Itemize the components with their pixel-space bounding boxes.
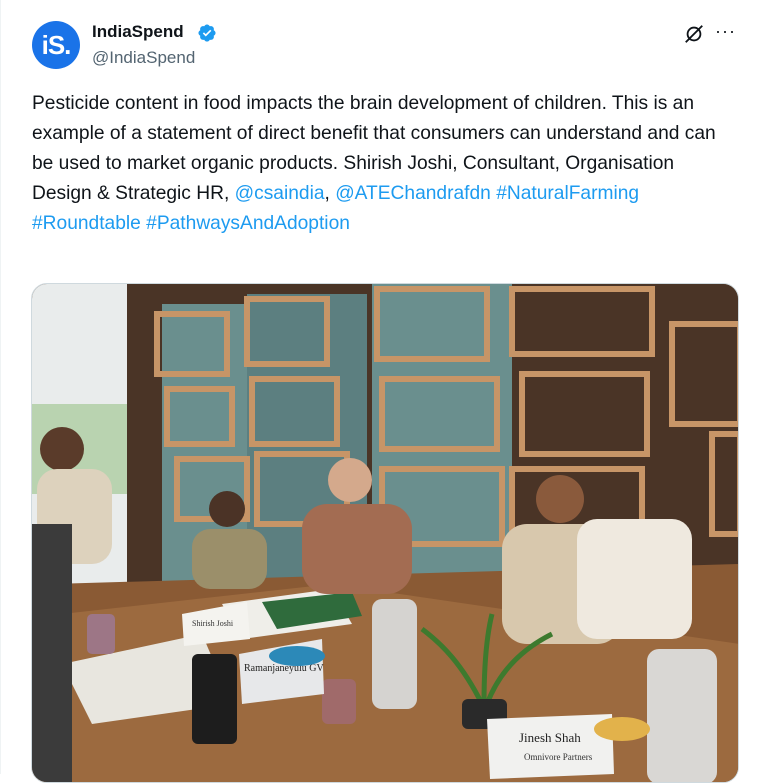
mention-link[interactable]: @csaindia bbox=[235, 183, 325, 204]
hashtag-link[interactable]: #NaturalFarming bbox=[496, 183, 639, 204]
name-card-jinesh-org: Omnivore Partners bbox=[524, 752, 593, 762]
roundtable-photo: Shirish Joshi Ramanjaneyulu GV Jinesh Sh… bbox=[32, 284, 738, 782]
avatar-text: iS. bbox=[41, 29, 72, 60]
name-card-shirish: Shirish Joshi bbox=[192, 619, 234, 628]
avatar[interactable]: iS. bbox=[32, 21, 80, 69]
hashtag-link[interactable]: #PathwaysAndAdoption bbox=[146, 213, 350, 234]
name-card-jinesh: Jinesh Shah bbox=[519, 730, 581, 745]
tweet-card: iS. IndiaSpend @IndiaSpend ··· Pesticide… bbox=[0, 0, 758, 783]
verified-badge-icon bbox=[198, 24, 216, 42]
tweet-photo[interactable]: Shirish Joshi Ramanjaneyulu GV Jinesh Sh… bbox=[31, 283, 739, 783]
author-handle[interactable]: @IndiaSpend bbox=[92, 48, 195, 68]
hashtag-link[interactable]: #Roundtable bbox=[32, 213, 141, 234]
more-options-icon[interactable]: ··· bbox=[715, 20, 739, 44]
tweet-text: Pesticide content in food impacts the br… bbox=[32, 89, 732, 239]
author-name[interactable]: IndiaSpend bbox=[92, 22, 184, 42]
grok-icon[interactable] bbox=[683, 23, 705, 45]
mention-link[interactable]: @ATEChandrafdn bbox=[335, 183, 491, 204]
tweet-text-segment: , bbox=[324, 183, 336, 204]
